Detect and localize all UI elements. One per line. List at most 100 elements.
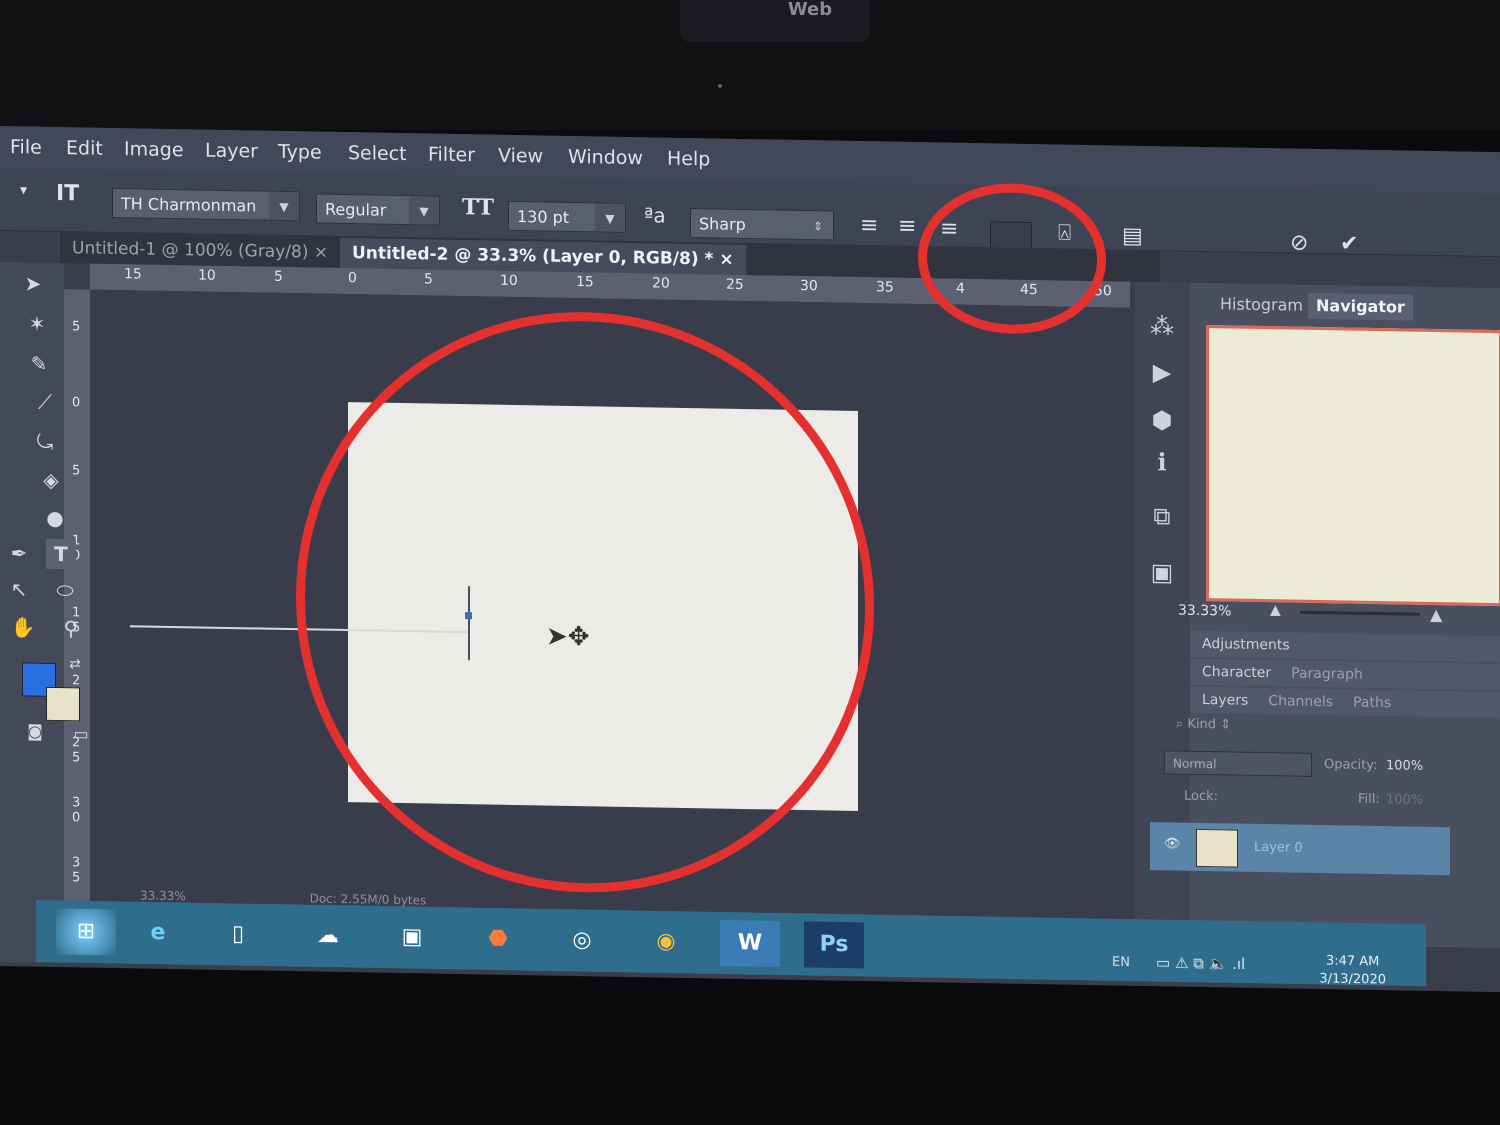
ruler-label: 15: [124, 266, 142, 283]
files-icon[interactable]: ▯: [208, 911, 268, 958]
webcam-housing: Web: [680, 0, 870, 42]
app-icon[interactable]: ◎: [552, 917, 612, 964]
adjustments-header[interactable]: Adjustments: [1190, 630, 1500, 663]
antialias-select[interactable]: Sharp ⇕: [690, 208, 834, 241]
move-tool-icon[interactable]: ➤: [18, 268, 48, 299]
menu-window[interactable]: Window: [568, 146, 643, 169]
swap-colors-icon[interactable]: ⇄: [60, 649, 90, 680]
ruler-label: 10: [198, 267, 216, 284]
eyedropper-icon[interactable]: ✎: [24, 348, 54, 379]
lock-label: Lock:: [1184, 788, 1219, 805]
ruler-label: 0: [72, 395, 81, 411]
clone-source-icon[interactable]: ⧉: [1147, 502, 1177, 531]
menu-select[interactable]: Select: [348, 142, 407, 165]
actions-play-icon[interactable]: ▶: [1147, 358, 1177, 387]
tab-histogram[interactable]: Histogram: [1212, 291, 1311, 319]
tab-layers[interactable]: Layers: [1202, 692, 1248, 709]
magic-wand-icon[interactable]: ✶: [22, 308, 52, 339]
zoom-in-icon[interactable]: ▲: [1430, 605, 1442, 624]
tray-icons[interactable]: ▭ ⚠ ⧉ 🔈 .ıl: [1156, 954, 1245, 974]
chevron-down-icon: ▼: [595, 203, 625, 232]
opacity-label: Opacity:: [1324, 757, 1378, 774]
ruler-label: 35: [876, 279, 894, 296]
close-icon[interactable]: ×: [314, 242, 328, 262]
text-orientation-icon[interactable]: IT: [56, 181, 79, 206]
info-icon[interactable]: ℹ: [1147, 448, 1177, 477]
character-header: Character Paragraph: [1190, 658, 1500, 691]
word-icon[interactable]: W: [720, 919, 780, 967]
history-icon[interactable]: ⁂: [1147, 312, 1177, 341]
layers-header: Layers Channels Paths: [1190, 686, 1500, 719]
blend-mode-select[interactable]: Normal: [1164, 750, 1312, 777]
chevron-down-icon: ▼: [269, 191, 299, 221]
ellipse-icon[interactable]: ⬭: [50, 575, 80, 606]
start-button[interactable]: ⊞: [56, 908, 116, 956]
right-panel-dock: Histogram Navigator 33.33% ▲ ▲ Adjustmen…: [1150, 282, 1500, 949]
tab-navigator[interactable]: Navigator: [1308, 292, 1413, 321]
zoom-icon[interactable]: ⚲: [56, 613, 86, 644]
image-panel-icon[interactable]: ▣: [1147, 558, 1177, 587]
pen-icon[interactable]: ✒: [4, 538, 34, 569]
tab-character[interactable]: Character: [1202, 664, 1271, 681]
ie-icon[interactable]: e: [128, 910, 188, 957]
zoom-slider[interactable]: [1300, 610, 1420, 616]
layer-filter-kind[interactable]: ⌕ Kind ⇕: [1176, 717, 1231, 733]
ruler-label: 10: [500, 272, 518, 290]
navigator-zoom[interactable]: 33.33%: [1178, 603, 1231, 620]
media-icon[interactable]: ▣: [382, 914, 442, 961]
visibility-eye-icon[interactable]: 👁: [1164, 836, 1181, 851]
menu-view[interactable]: View: [498, 145, 543, 168]
type-tool-icon[interactable]: T: [46, 538, 76, 570]
dodge-icon[interactable]: ●: [40, 503, 70, 534]
opacity-field[interactable]: 100%: [1386, 758, 1423, 774]
tab-paragraph[interactable]: Paragraph: [1291, 666, 1363, 683]
fill-field[interactable]: 100%: [1386, 792, 1423, 808]
align-center-icon[interactable]: ≡: [898, 214, 916, 239]
font-style-select[interactable]: Regular ▼: [316, 193, 440, 226]
menu-image[interactable]: Image: [124, 138, 184, 161]
language-indicator[interactable]: EN: [1112, 955, 1130, 970]
history-brush-icon[interactable]: ⤿: [30, 427, 60, 458]
navigator-preview[interactable]: [1206, 325, 1500, 607]
tab-channels[interactable]: Channels: [1268, 693, 1333, 710]
layer-name[interactable]: Layer 0: [1254, 840, 1303, 856]
ruler-label: 3 0: [72, 795, 81, 826]
zoom-out-icon[interactable]: ▲: [1270, 602, 1281, 618]
character-panel-icon[interactable]: ▤: [1122, 224, 1143, 249]
chrome-icon[interactable]: ◉: [636, 918, 696, 965]
tab-untitled-1[interactable]: Untitled-1 @ 100% (Gray/8) ×: [60, 233, 340, 268]
align-left-icon[interactable]: ≡: [860, 213, 878, 238]
tool-preset-arrow-icon[interactable]: ▾: [20, 182, 27, 198]
ruler-label: 3 5: [72, 855, 81, 886]
office-icon[interactable]: ⬣: [468, 916, 528, 963]
ruler-label: 15: [576, 274, 594, 291]
font-family-select[interactable]: TH Charmonman ▼: [112, 187, 300, 222]
layer-row[interactable]: 👁 Layer 0: [1150, 822, 1450, 876]
tab-paths[interactable]: Paths: [1353, 695, 1391, 712]
cancel-icon[interactable]: ⊘: [1290, 231, 1308, 256]
system-clock[interactable]: 3:47 AM 3/13/2020: [1319, 952, 1386, 989]
ruler-label: 20: [652, 275, 670, 292]
path-select-icon[interactable]: ↖: [4, 574, 34, 605]
menu-file[interactable]: File: [10, 136, 42, 159]
menu-edit[interactable]: Edit: [66, 137, 103, 160]
ruler-label: 30: [800, 277, 818, 295]
hand-icon[interactable]: ✋: [8, 612, 38, 643]
menu-layer[interactable]: Layer: [205, 140, 258, 163]
onedrive-icon[interactable]: ☁: [298, 913, 358, 960]
commit-icon[interactable]: ✔: [1340, 231, 1358, 256]
background-color-swatch[interactable]: [46, 686, 80, 722]
font-size-select[interactable]: 130 pt ▼: [508, 200, 626, 233]
ruler-label: 5: [72, 319, 81, 335]
chevron-down-icon: ▼: [409, 196, 439, 225]
3d-icon[interactable]: ⬢: [1147, 406, 1177, 435]
close-icon[interactable]: ×: [719, 250, 733, 270]
quick-mask-icon[interactable]: ◙: [20, 716, 50, 747]
stepper-icon: ⇕: [812, 219, 824, 234]
menu-type[interactable]: Type: [278, 141, 322, 164]
menu-help[interactable]: Help: [667, 148, 710, 171]
brush-icon[interactable]: ⟋: [30, 387, 60, 418]
photoshop-taskbar-icon[interactable]: Ps: [804, 921, 864, 969]
paint-bucket-icon[interactable]: ◈: [36, 465, 66, 496]
menu-filter[interactable]: Filter: [428, 143, 475, 166]
